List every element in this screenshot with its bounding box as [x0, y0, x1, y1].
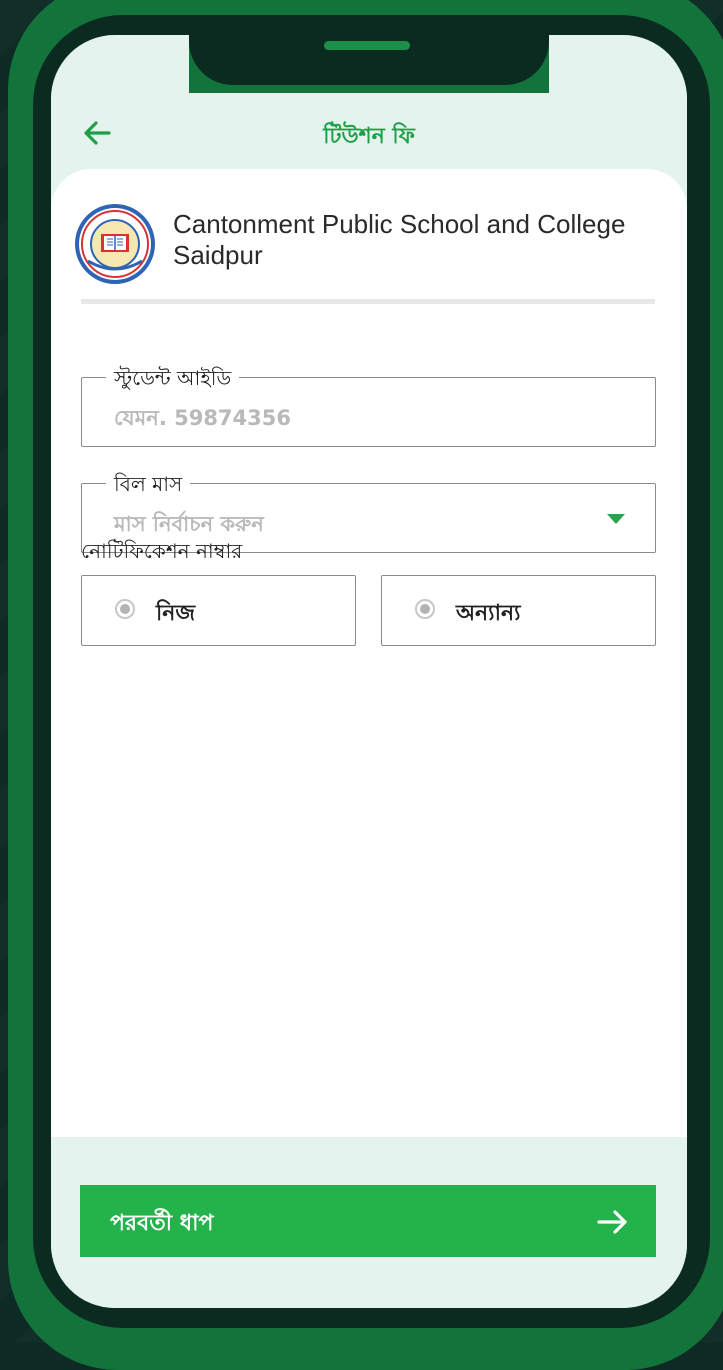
radio-option-other[interactable]: অন্যান্য: [381, 575, 656, 646]
footer: পরবর্তী ধাপ: [51, 1137, 687, 1308]
arrow-right-icon: [597, 1210, 627, 1234]
form-card: Cantonment Public School and College Sai…: [51, 169, 687, 1149]
phone-screen: টিউশন ফি Cantonment Public School and Co…: [51, 35, 687, 1308]
notification-number-label: নোটিফিকেশন নাম্বার: [81, 539, 243, 563]
app-header: টিউশন ফি: [51, 93, 687, 173]
radio-option-own-label: নিজ: [156, 601, 196, 626]
school-name: Cantonment Public School and College Sai…: [173, 209, 626, 270]
next-step-label: পরবর্তী ধাপ: [110, 1211, 214, 1236]
student-id-field[interactable]: স্টুডেন্ট আইডি যেমন. 59874356: [81, 364, 656, 447]
caret-down-icon[interactable]: [607, 514, 625, 524]
student-id-label: স্টুডেন্ট আইডি: [106, 364, 240, 397]
speaker-grille: [324, 41, 410, 50]
phone-notch: [189, 35, 549, 85]
student-id-placeholder: যেমন. 59874356: [114, 406, 291, 430]
divider: [81, 299, 655, 304]
radio-button-icon[interactable]: [115, 599, 135, 619]
radio-option-other-label: অন্যান্য: [456, 601, 521, 626]
radio-button-icon[interactable]: [415, 599, 435, 619]
next-step-button[interactable]: পরবর্তী ধাপ: [80, 1185, 656, 1257]
radio-option-own[interactable]: নিজ: [81, 575, 356, 646]
bill-month-label: বিল মাস: [106, 470, 191, 503]
page-title: টিউশন ফি: [323, 124, 415, 149]
school-logo: [75, 204, 155, 284]
